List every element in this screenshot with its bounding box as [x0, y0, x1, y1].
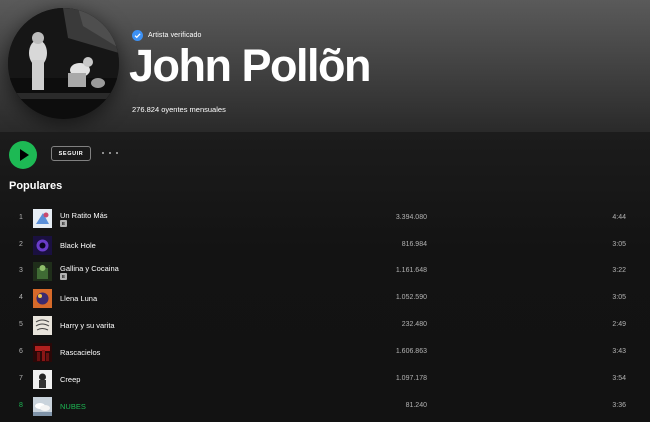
track-number: 1	[19, 214, 23, 221]
track-number: 4	[19, 294, 23, 301]
artist-header: Artista verificado John Pollõn 276.824 o…	[0, 0, 650, 132]
artist-avatar	[8, 8, 119, 119]
track-row[interactable]: 7 Creep 1.097.178 3:54	[0, 366, 650, 392]
track-title[interactable]: Rascacielos	[60, 348, 100, 357]
track-plays: 1.606.863	[395, 348, 427, 355]
artist-name: John Pollõn	[129, 40, 371, 91]
album-art	[33, 262, 52, 281]
track-duration: 3:05	[612, 294, 626, 301]
album-art	[33, 343, 52, 362]
more-options-icon	[102, 152, 104, 154]
track-plays: 1.097.178	[395, 375, 427, 382]
play-button[interactable]	[9, 141, 37, 169]
track-row-playing[interactable]: 8 NUBES 81.240 3:36	[0, 393, 650, 419]
track-title[interactable]: Harry y su varita	[60, 321, 115, 330]
album-art	[33, 316, 52, 335]
track-row[interactable]: 6 Rascacielos 1.606.863 3:43	[0, 339, 650, 365]
explicit-badge: E	[60, 273, 67, 280]
track-duration: 4:44	[612, 214, 626, 221]
track-row[interactable]: 3 Gallina y Cocaina E 1.161.648 3:22	[0, 258, 650, 284]
track-number: 7	[19, 375, 23, 382]
track-title[interactable]: Llena Luna	[60, 294, 97, 303]
monthly-listeners: 276.824 oyentes mensuales	[132, 105, 226, 114]
track-title[interactable]: Gallina y Cocaina	[60, 264, 119, 273]
track-duration: 3:43	[612, 348, 626, 355]
play-icon	[19, 149, 29, 161]
section-title: Populares	[9, 180, 63, 192]
track-number: 5	[19, 321, 23, 328]
track-row[interactable]: 4 Llena Luna 1.052.590 3:05	[0, 285, 650, 311]
album-art	[33, 397, 52, 416]
album-art	[33, 209, 52, 228]
follow-button[interactable]: SEGUIR	[51, 146, 91, 161]
more-options-button[interactable]	[102, 147, 118, 159]
track-duration: 3:36	[612, 402, 626, 409]
track-plays: 816.984	[401, 241, 427, 248]
track-plays: 232.480	[401, 321, 427, 328]
album-art	[33, 289, 52, 308]
track-row[interactable]: 2 Black Hole 816.984 3:05	[0, 232, 650, 258]
track-plays: 1.052.590	[395, 294, 427, 301]
track-duration: 2:49	[612, 321, 626, 328]
track-duration: 3:22	[612, 267, 626, 274]
track-title[interactable]: Un Ratito Más	[60, 211, 108, 220]
artist-photo	[8, 8, 119, 119]
album-art	[33, 370, 52, 389]
track-number: 2	[19, 241, 23, 248]
track-title[interactable]: Black Hole	[60, 241, 96, 250]
track-number: 3	[19, 267, 23, 274]
track-row[interactable]: 5 Harry y su varita 232.480 2:49	[0, 312, 650, 338]
track-plays: 1.161.648	[395, 267, 427, 274]
track-row[interactable]: 1 Un Ratito Más E 3.394.080 4:44	[0, 205, 650, 231]
verified-label: Artista verificado	[148, 32, 202, 39]
album-art	[33, 236, 52, 255]
track-title[interactable]: Creep	[60, 375, 80, 384]
track-number: 8	[19, 402, 23, 409]
track-plays: 81.240	[405, 402, 427, 409]
explicit-badge: E	[60, 220, 67, 227]
track-plays: 3.394.080	[395, 214, 427, 221]
track-title[interactable]: NUBES	[60, 402, 86, 411]
track-duration: 3:05	[612, 241, 626, 248]
track-duration: 3:54	[612, 375, 626, 382]
track-number: 6	[19, 348, 23, 355]
